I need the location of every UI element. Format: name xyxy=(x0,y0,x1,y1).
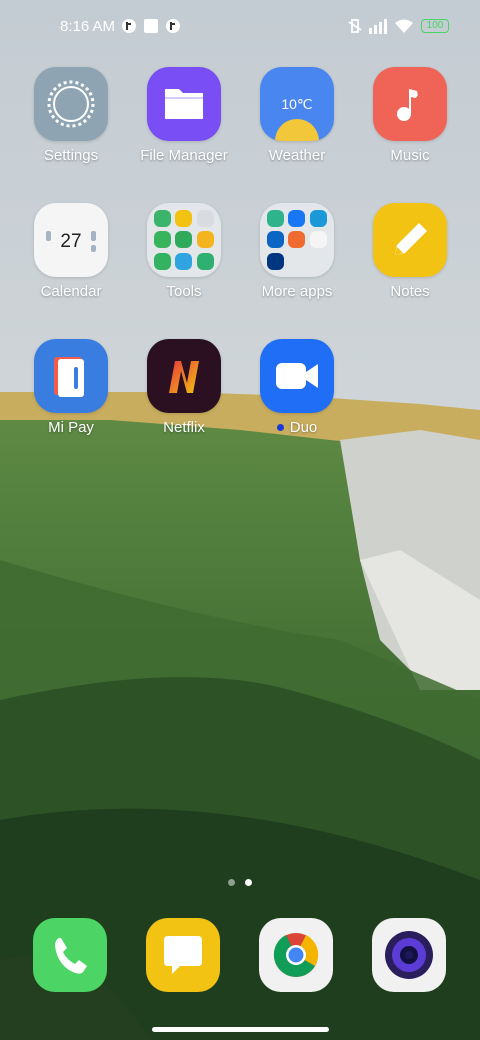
scanner-icon xyxy=(175,231,193,249)
app-label: More apps xyxy=(261,283,333,300)
status-bar: 8:16 AM 100 xyxy=(0,0,480,56)
status-time: 8:16 AM xyxy=(60,18,116,35)
app-file-manager[interactable]: File Manager xyxy=(129,67,239,164)
app-label: Weather xyxy=(268,147,326,164)
chrome-icon xyxy=(273,933,319,977)
settings-gear-icon xyxy=(34,67,108,141)
mini-app-icon-3 xyxy=(310,231,328,249)
wifi-icon xyxy=(395,19,413,33)
recorder-icon xyxy=(197,231,215,249)
weather-sun-icon: 10℃ xyxy=(260,67,334,141)
battery-icon: 100 xyxy=(421,19,449,33)
square-icon xyxy=(144,19,158,33)
folder-more-apps[interactable]: More apps xyxy=(242,203,352,300)
app-notification-icon xyxy=(122,19,136,33)
linkedin-icon xyxy=(266,231,284,249)
dock-phone[interactable] xyxy=(33,918,107,992)
calendar-day: 27 xyxy=(60,231,82,252)
mi-pay-card-icon xyxy=(34,339,108,413)
app-label: Mi Pay xyxy=(48,419,94,436)
app-calendar[interactable]: 27 Calendar xyxy=(16,203,126,300)
app-weather[interactable]: 10℃ Weather xyxy=(242,67,352,164)
dock-chrome[interactable] xyxy=(259,918,333,992)
app-duo[interactable]: Duo xyxy=(242,339,352,436)
app-notes[interactable]: Notes xyxy=(355,203,465,300)
pencil-icon xyxy=(373,203,447,277)
compass-icon xyxy=(197,209,215,227)
new-app-dot xyxy=(276,423,284,431)
contacts-icon xyxy=(153,209,171,227)
weather-temp: 10℃ xyxy=(281,96,313,112)
phone-icon xyxy=(55,938,87,974)
app-label: Netflix xyxy=(163,419,205,436)
signal-icon xyxy=(369,19,387,34)
facebook-icon xyxy=(288,209,306,227)
camera-lens-icon xyxy=(385,931,433,979)
video-camera-icon xyxy=(260,339,334,413)
app-label: Notes xyxy=(390,283,430,300)
message-bubble-icon xyxy=(164,936,202,974)
dock-messages[interactable] xyxy=(146,918,220,992)
folder-icon xyxy=(147,67,221,141)
app-label: File Manager xyxy=(140,147,228,164)
more-apps-folder-icon xyxy=(260,203,334,277)
app-label: Tools xyxy=(166,283,202,300)
duo-label: Duo xyxy=(289,419,318,436)
dock-camera[interactable] xyxy=(372,918,446,992)
app-notification-icon-2 xyxy=(166,19,180,33)
netflix-n-icon xyxy=(147,339,221,413)
app-settings[interactable]: Settings xyxy=(16,67,126,164)
app-label: Music xyxy=(390,147,430,164)
link-icon xyxy=(175,253,193,271)
app-netflix[interactable]: Netflix xyxy=(129,339,239,436)
booking-icon xyxy=(266,253,284,271)
app-music[interactable]: Music xyxy=(355,67,465,164)
app-label: Settings xyxy=(43,147,99,164)
calendar-icon: 27 xyxy=(34,203,108,277)
download-icon xyxy=(197,253,215,271)
battery-level: 100 xyxy=(426,20,444,31)
apps-icon xyxy=(153,253,171,271)
vibrate-icon xyxy=(348,19,362,33)
tools-folder-icon xyxy=(147,203,221,277)
emoji-icon xyxy=(175,209,193,227)
game-icon xyxy=(153,231,171,249)
app-label: Duo xyxy=(242,419,352,436)
app-mi-pay[interactable]: Mi Pay xyxy=(16,339,126,436)
prime-video-icon xyxy=(310,209,328,227)
home-gesture-bar[interactable] xyxy=(152,1027,329,1032)
mini-app-icon-2 xyxy=(288,231,306,249)
music-note-icon xyxy=(373,67,447,141)
page-dot[interactable] xyxy=(228,879,235,886)
page-dot-active[interactable] xyxy=(245,879,252,886)
app-label: Calendar xyxy=(40,283,102,300)
mini-app-icon xyxy=(266,209,284,227)
folder-tools[interactable]: Tools xyxy=(129,203,239,300)
